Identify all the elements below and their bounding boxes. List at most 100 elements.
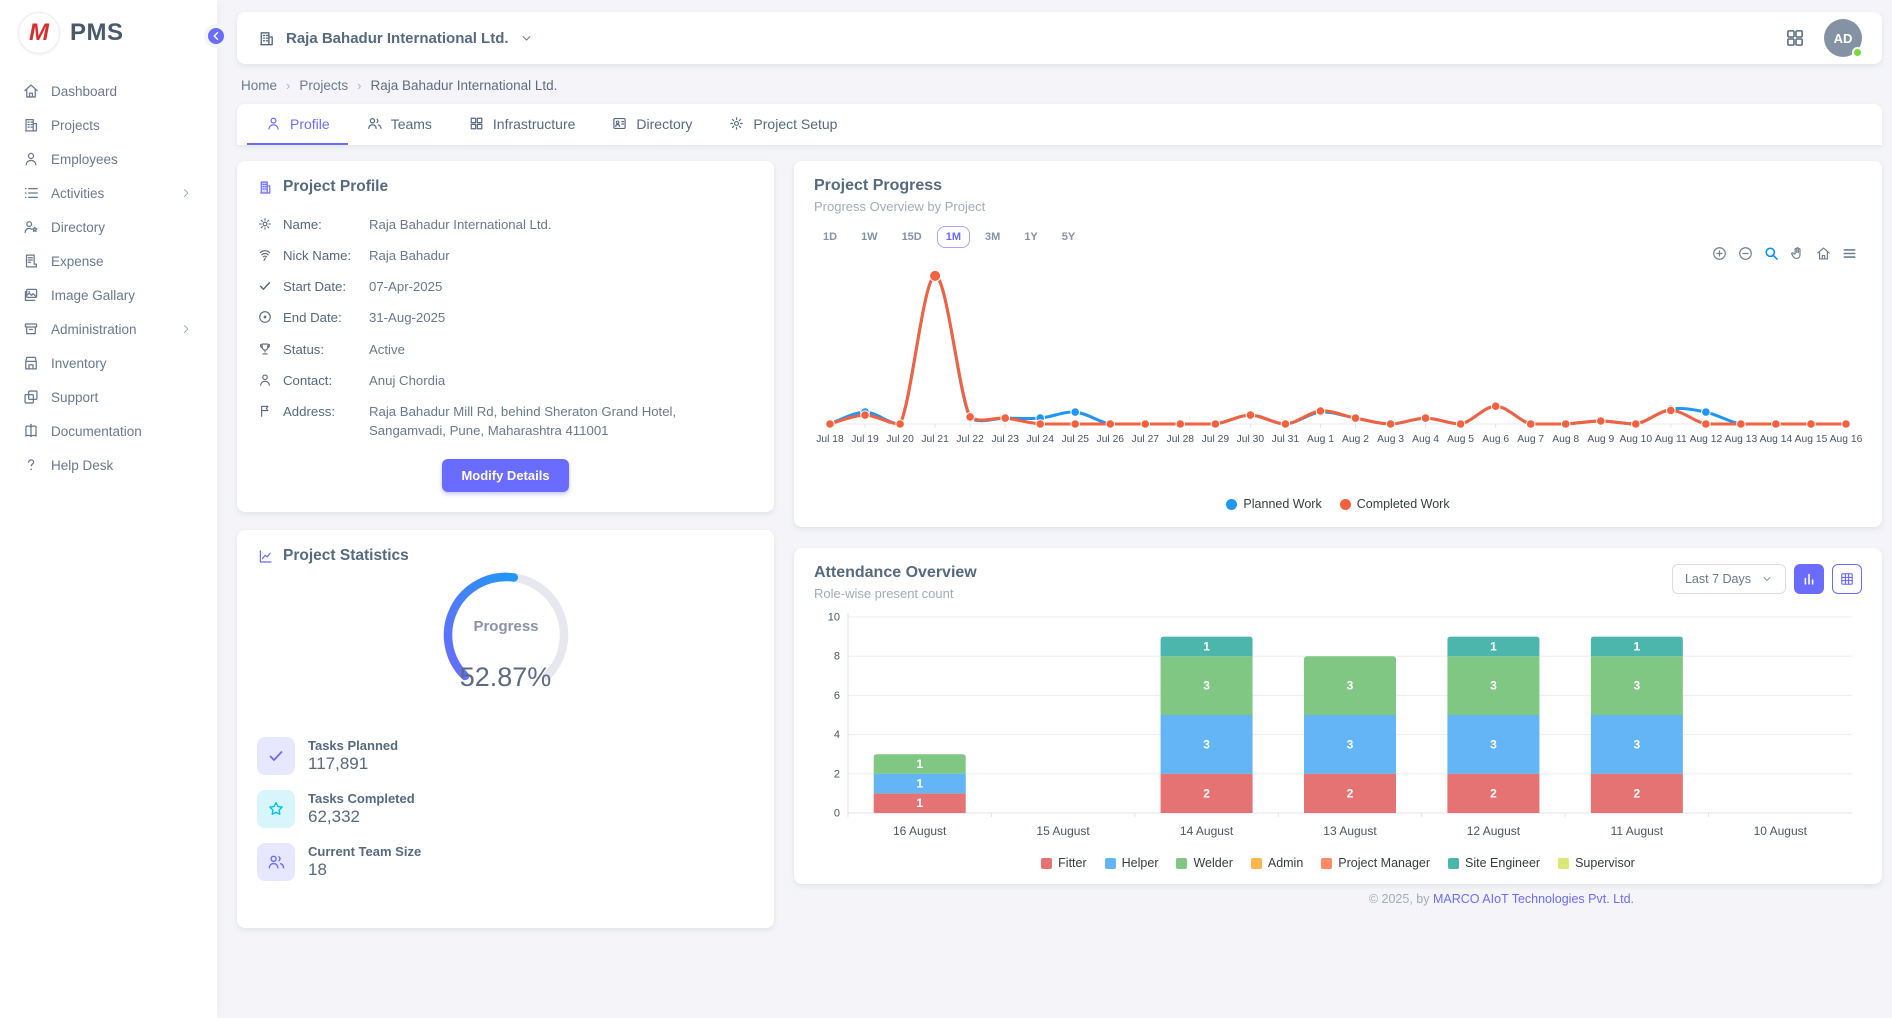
pan-icon[interactable] bbox=[1789, 245, 1806, 262]
sidebar-item-dashboard[interactable]: Dashboard bbox=[0, 74, 217, 108]
bar-view-button[interactable] bbox=[1794, 564, 1824, 594]
apps-grid-icon[interactable] bbox=[1784, 27, 1806, 49]
person-icon bbox=[22, 150, 40, 168]
legend-completed-work[interactable]: Completed Work bbox=[1340, 497, 1450, 511]
legend-site-engineer[interactable]: Site Engineer bbox=[1448, 856, 1540, 870]
field-label: Start Date: bbox=[283, 277, 369, 296]
stat-label: Current Team Size bbox=[308, 844, 421, 859]
tab-teams[interactable]: Teams bbox=[348, 104, 450, 145]
svg-text:3: 3 bbox=[1490, 679, 1497, 693]
svg-text:Jul 22: Jul 22 bbox=[956, 434, 984, 445]
svg-text:1: 1 bbox=[916, 777, 923, 791]
reset-zoom-icon[interactable] bbox=[1815, 245, 1832, 262]
tab-profile[interactable]: Profile bbox=[247, 104, 348, 145]
selection-zoom-icon[interactable] bbox=[1763, 245, 1780, 262]
check-icon bbox=[266, 746, 286, 766]
range-5y[interactable]: 5Y bbox=[1053, 226, 1084, 248]
menu-icon[interactable] bbox=[1841, 245, 1858, 262]
field-label: Nick Name: bbox=[283, 246, 369, 265]
building-icon bbox=[257, 179, 274, 196]
breadcrumb-item-home[interactable]: Home bbox=[241, 78, 277, 93]
sidebar-item-image-gallary[interactable]: Image Gallary bbox=[0, 278, 217, 312]
svg-text:3: 3 bbox=[1634, 737, 1641, 751]
stat-tasks-completed: Tasks Completed62,332 bbox=[257, 790, 754, 828]
svg-text:3: 3 bbox=[1634, 679, 1641, 693]
range-1y[interactable]: 1Y bbox=[1015, 226, 1046, 248]
star-icon bbox=[266, 799, 286, 819]
zoom-in-icon[interactable] bbox=[1711, 245, 1728, 262]
field-label: Address: bbox=[283, 402, 369, 421]
svg-text:Aug 13: Aug 13 bbox=[1725, 434, 1758, 445]
svg-text:Aug 7: Aug 7 bbox=[1517, 434, 1544, 445]
sidebar-item-inventory[interactable]: Inventory bbox=[0, 346, 217, 380]
legend-planned-work[interactable]: Planned Work bbox=[1226, 497, 1321, 511]
stat-label: Tasks Completed bbox=[308, 791, 415, 806]
legend-label: Planned Work bbox=[1243, 497, 1321, 511]
sidebar-item-expense[interactable]: Expense bbox=[0, 244, 217, 278]
svg-text:1: 1 bbox=[1490, 639, 1497, 653]
legend-marker bbox=[1558, 858, 1569, 869]
receipt-icon bbox=[22, 252, 40, 270]
range-1m[interactable]: 1M bbox=[937, 226, 970, 248]
range-15d[interactable]: 15D bbox=[893, 226, 931, 248]
book-icon bbox=[22, 422, 40, 440]
people-icon bbox=[266, 852, 286, 872]
sidebar-item-projects[interactable]: Projects bbox=[0, 108, 217, 142]
sidebar-item-administration[interactable]: Administration bbox=[0, 312, 217, 346]
legend-marker bbox=[1105, 858, 1116, 869]
legend-marker bbox=[1448, 858, 1459, 869]
sidebar-item-directory[interactable]: Directory bbox=[0, 210, 217, 244]
sidebar-item-documentation[interactable]: Documentation bbox=[0, 414, 217, 448]
breadcrumb-item-raja-bahadur-international-ltd-: Raja Bahadur International Ltd. bbox=[370, 78, 557, 93]
tab-infrastructure[interactable]: Infrastructure bbox=[450, 104, 593, 145]
sidebar-item-support[interactable]: Support bbox=[0, 380, 217, 414]
attendance-controls: Last 7 Days bbox=[1672, 564, 1862, 594]
date-range-select[interactable]: Last 7 Days bbox=[1672, 564, 1786, 594]
svg-text:11 August: 11 August bbox=[1611, 824, 1664, 838]
breadcrumb-item-projects[interactable]: Projects bbox=[299, 78, 348, 93]
left-column: Project Profile Name:Raja Bahadur Intern… bbox=[237, 161, 774, 928]
field-label: Contact: bbox=[283, 371, 369, 390]
footer-company-link[interactable]: MARCO AIoT Technologies Pvt. Ltd. bbox=[1433, 892, 1634, 906]
tab-directory[interactable]: Directory bbox=[593, 104, 710, 145]
legend-label: Project Manager bbox=[1338, 856, 1430, 870]
project-statistics-title: Project Statistics bbox=[257, 547, 754, 565]
svg-text:3: 3 bbox=[1203, 679, 1210, 693]
stat-rows: Tasks Planned117,891Tasks Completed62,33… bbox=[257, 737, 754, 881]
line-chart-legend: Planned Work Completed Work bbox=[814, 495, 1862, 515]
legend-welder[interactable]: Welder bbox=[1176, 856, 1232, 870]
tab-label: Teams bbox=[391, 116, 432, 132]
field-value: Active bbox=[369, 340, 754, 359]
stat-value: 18 bbox=[308, 860, 421, 880]
svg-text:1: 1 bbox=[1203, 639, 1210, 653]
sidebar-item-help-desk[interactable]: Help Desk bbox=[0, 448, 217, 482]
svg-text:1: 1 bbox=[1634, 639, 1641, 653]
table-view-button[interactable] bbox=[1832, 564, 1862, 594]
sidebar-item-employees[interactable]: Employees bbox=[0, 142, 217, 176]
legend-fitter[interactable]: Fitter bbox=[1041, 856, 1086, 870]
sidebar-collapse-button[interactable] bbox=[204, 24, 228, 48]
legend-helper[interactable]: Helper bbox=[1105, 856, 1159, 870]
legend-admin[interactable]: Admin bbox=[1251, 856, 1303, 870]
svg-text:12 August: 12 August bbox=[1467, 824, 1521, 838]
company-selector[interactable]: Raja Bahadur International Ltd. bbox=[257, 29, 534, 48]
modify-details-button[interactable]: Modify Details bbox=[442, 459, 568, 492]
attendance-header: Attendance Overview Role-wise present co… bbox=[814, 564, 1862, 601]
star-icon bbox=[257, 790, 295, 828]
svg-text:16 August: 16 August bbox=[893, 824, 947, 838]
tab-project-setup[interactable]: Project Setup bbox=[710, 104, 855, 145]
legend-project-manager[interactable]: Project Manager bbox=[1321, 856, 1430, 870]
legend-label: Supervisor bbox=[1575, 856, 1635, 870]
sidebar-item-label: Administration bbox=[51, 322, 137, 337]
stat-current-team-size: Current Team Size18 bbox=[257, 843, 754, 881]
gear-icon bbox=[257, 216, 273, 232]
sidebar-item-activities[interactable]: Activities bbox=[0, 176, 217, 210]
zoom-out-icon[interactable] bbox=[1737, 245, 1754, 262]
range-3m[interactable]: 3M bbox=[976, 226, 1009, 248]
user-menu[interactable]: AD bbox=[1824, 19, 1862, 57]
range-1w[interactable]: 1W bbox=[852, 226, 887, 248]
legend-supervisor[interactable]: Supervisor bbox=[1558, 856, 1635, 870]
range-1d[interactable]: 1D bbox=[814, 226, 846, 248]
logo[interactable]: M PMS bbox=[0, 0, 217, 68]
sidebar-item-label: Inventory bbox=[51, 356, 107, 371]
